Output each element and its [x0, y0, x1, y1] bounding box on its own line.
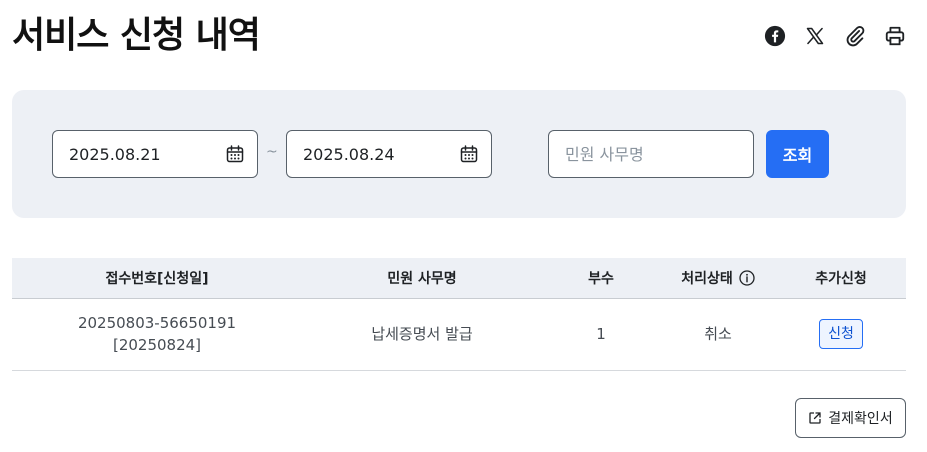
- column-header-receipt-no: 접수번호[신청일]: [105, 270, 209, 287]
- column-header-additional: 추가신청: [815, 270, 867, 287]
- payment-receipt-button[interactable]: 결제확인서: [795, 398, 906, 438]
- x-icon[interactable]: [803, 24, 827, 48]
- table-header-row: 접수번호[신청일] 민원 사무명 부수 처리상태 추가신청: [12, 258, 906, 298]
- status-cell: 취소: [660, 298, 776, 371]
- share-toolbar: [763, 24, 907, 48]
- calendar-icon[interactable]: [459, 144, 479, 164]
- external-link-icon: [808, 411, 822, 425]
- page-title: 서비스 신청 내역: [12, 15, 261, 56]
- receipt-number: 20250803-56650191: [77, 314, 237, 332]
- search-button[interactable]: 조회: [766, 130, 829, 178]
- link-icon[interactable]: [843, 24, 867, 48]
- end-date-field[interactable]: 2025.08.24: [286, 130, 492, 178]
- column-header-service-name: 민원 사무명: [387, 270, 457, 287]
- service-name-cell: 납세증명서 발급: [302, 298, 542, 371]
- start-date-field[interactable]: 2025.08.21: [52, 130, 258, 178]
- service-name-input[interactable]: [548, 130, 754, 178]
- column-header-copies: 부수: [588, 270, 614, 287]
- facebook-icon[interactable]: [763, 24, 787, 48]
- date-range-separator: ~: [266, 144, 278, 160]
- info-icon[interactable]: [739, 270, 755, 286]
- apply-button[interactable]: 신청: [819, 319, 863, 349]
- search-panel: 2025.08.21 ~ 2025.08.24 조회: [12, 90, 906, 218]
- copies-cell: 1: [542, 298, 660, 371]
- application-table: 접수번호[신청일] 민원 사무명 부수 처리상태 추가신청 20250803-5…: [12, 258, 906, 371]
- print-icon[interactable]: [883, 24, 907, 48]
- end-date-value: 2025.08.24: [303, 144, 395, 164]
- calendar-icon[interactable]: [225, 144, 245, 164]
- column-header-status: 처리상태: [660, 258, 776, 298]
- apply-date: [20250824]: [112, 336, 202, 354]
- receipt-cell: 20250803-56650191 [20250824]: [12, 298, 302, 371]
- start-date-value: 2025.08.21: [69, 144, 161, 164]
- column-header-status-label: 처리상태: [681, 270, 733, 287]
- action-cell: 신청: [776, 298, 906, 371]
- payment-receipt-label: 결제확인서: [828, 411, 893, 427]
- table-row: 20250803-56650191 [20250824] 납세증명서 발급 1 …: [12, 298, 906, 371]
